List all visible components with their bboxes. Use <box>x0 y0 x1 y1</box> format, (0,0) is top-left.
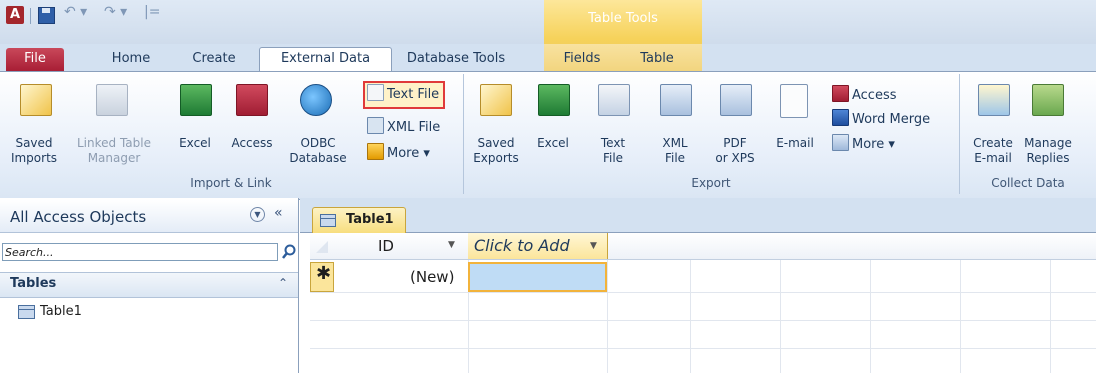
table-icon <box>18 305 35 319</box>
email-export-icon <box>780 84 808 118</box>
linked-table-manager-icon <box>96 84 128 116</box>
access-export-button[interactable]: Access <box>832 85 897 105</box>
tab-create[interactable]: Create <box>184 48 244 71</box>
manage-replies-icon <box>1032 84 1064 116</box>
select-all-corner[interactable] <box>310 233 334 259</box>
click-to-add-label: Click to Add <box>474 236 570 255</box>
text-file-icon <box>367 84 384 101</box>
access-import-button[interactable]: Access <box>228 136 276 151</box>
create-email-icon <box>978 84 1010 116</box>
word-merge-icon <box>832 109 849 126</box>
email-export-button[interactable]: E-mail <box>770 136 820 151</box>
tab-database-tools[interactable]: Database Tools <box>402 48 510 71</box>
xml-file-export-button[interactable]: XML File <box>654 136 696 166</box>
search-icon[interactable] <box>280 243 298 261</box>
odbc-database-icon <box>300 84 332 116</box>
customize-qat-icon[interactable]: |= <box>144 4 160 20</box>
more-import-button[interactable]: More ▾ <box>367 143 430 163</box>
tab-external-data[interactable]: External Data <box>259 47 392 72</box>
collect-data-group-label: Collect Data <box>991 176 1065 190</box>
odbc-database-button[interactable]: ODBC Database <box>288 136 348 166</box>
manage-replies-button[interactable]: Manage Replies <box>1022 136 1074 166</box>
grid-line <box>310 292 1096 293</box>
document-tab-strip <box>300 198 1096 233</box>
redo-icon[interactable]: ↷ ▾ <box>104 4 127 20</box>
access-import-icon <box>236 84 268 116</box>
pdf-xps-export-icon <box>720 84 752 116</box>
saved-imports-icon <box>20 84 52 116</box>
pdf-xps-export-button[interactable]: PDF or XPS <box>708 136 762 166</box>
collapse-section-icon[interactable]: ⌃ <box>278 276 288 290</box>
xml-file-icon <box>367 117 384 134</box>
more-export-button[interactable]: More ▾ <box>832 134 895 154</box>
qat-separator <box>30 8 31 24</box>
table-tools-label: Table Tools <box>588 11 658 26</box>
new-record-add-cell[interactable] <box>468 262 607 292</box>
save-icon[interactable] <box>38 7 55 24</box>
undo-icon[interactable]: ↶ ▾ <box>64 4 87 20</box>
tab-home[interactable]: Home <box>106 48 156 71</box>
search-input[interactable]: Search... <box>2 243 278 261</box>
excel-import-icon <box>180 84 212 116</box>
access-export-icon <box>832 85 849 102</box>
word-merge-button[interactable]: Word Merge <box>832 109 930 129</box>
datasheet-header-row <box>310 233 1096 260</box>
new-record-icon: ✱ <box>316 263 332 284</box>
column-dropdown-icon[interactable]: ▼ <box>590 241 597 251</box>
text-file-export-icon <box>598 84 630 116</box>
document-tab-label: Table1 <box>346 212 394 227</box>
nav-menu-chevron-icon[interactable]: ▼ <box>250 207 265 222</box>
tables-section-label: Tables <box>10 276 57 291</box>
nav-title[interactable]: All Access Objects <box>10 208 146 226</box>
new-record-id-cell[interactable]: (New) <box>410 268 454 286</box>
grid-line <box>310 348 1096 349</box>
access-logo-icon[interactable]: A <box>6 6 24 24</box>
nav-item-table1[interactable]: Table1 <box>40 304 82 319</box>
excel-export-button[interactable]: Excel <box>530 136 576 151</box>
tab-file[interactable]: File <box>6 48 64 71</box>
tab-fields[interactable]: Fields <box>555 48 609 71</box>
column-header-id[interactable]: ID <box>378 237 394 255</box>
xml-file-export-icon <box>660 84 692 116</box>
text-file-export-button[interactable]: Text File <box>592 136 634 166</box>
table-icon <box>320 214 336 227</box>
nav-collapse-icon[interactable]: « <box>274 205 283 221</box>
grid-line <box>310 320 1096 321</box>
text-file-import-button[interactable]: Text File <box>363 81 446 109</box>
excel-export-icon <box>538 84 570 116</box>
excel-import-button[interactable]: Excel <box>172 136 218 151</box>
saved-exports-button[interactable]: Saved Exports <box>466 136 526 166</box>
import-link-group-label: Import & Link <box>190 176 272 190</box>
saved-imports-button[interactable]: Saved Imports <box>4 136 64 166</box>
more-export-icon <box>832 134 849 151</box>
xml-file-import-button[interactable]: XML File <box>367 117 440 137</box>
linked-table-manager-button: Linked Table Manager <box>77 136 151 165</box>
saved-exports-icon <box>480 84 512 116</box>
create-email-button[interactable]: Create E-mail <box>970 136 1016 166</box>
more-icon <box>367 143 384 160</box>
column-dropdown-icon[interactable]: ▼ <box>448 240 455 250</box>
export-group-label: Export <box>691 176 731 190</box>
tab-table[interactable]: Table <box>632 48 682 71</box>
